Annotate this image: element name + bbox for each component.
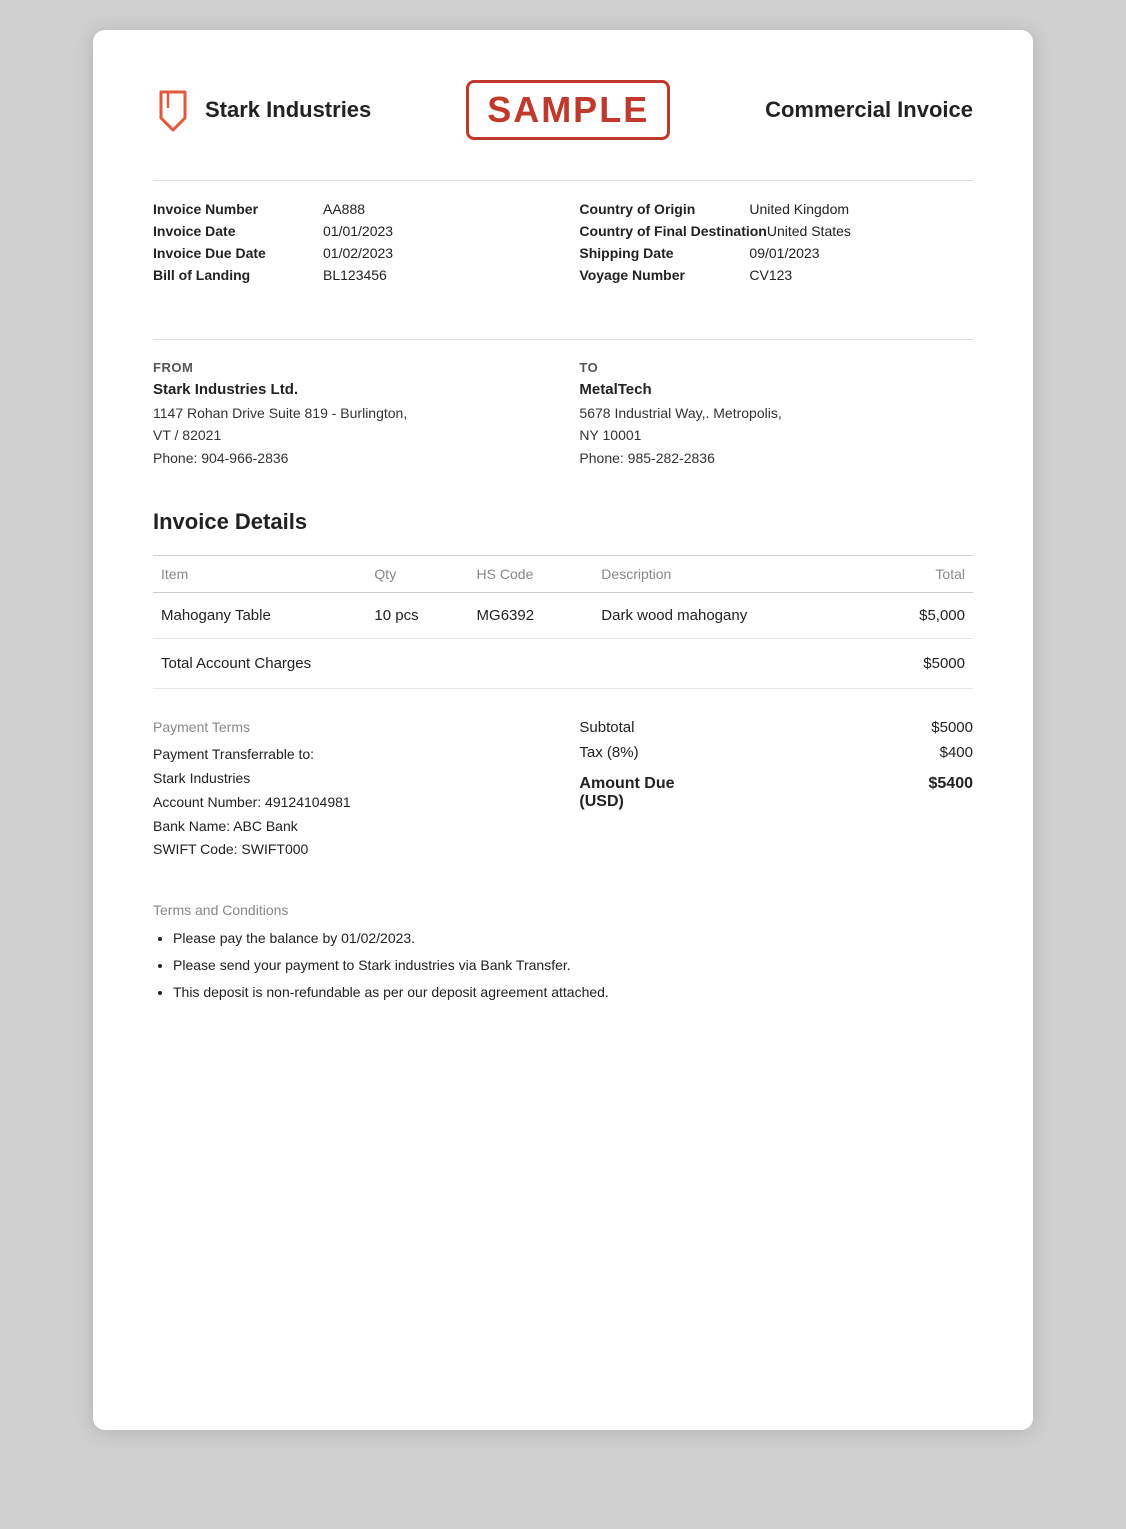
meta-value-invoice-due-date: 01/02/2023 bbox=[323, 245, 393, 261]
meta-row-country-origin: Country of Origin United Kingdom bbox=[579, 201, 973, 217]
meta-value-invoice-number: AA888 bbox=[323, 201, 365, 217]
meta-row-country-destination: Country of Final Destination United Stat… bbox=[579, 223, 973, 239]
tax-value: $400 bbox=[940, 744, 973, 761]
sample-badge: SAMPLE bbox=[466, 80, 670, 140]
meta-row-invoice-due-date: Invoice Due Date 01/02/2023 bbox=[153, 245, 547, 261]
cell-hs-code: MG6392 bbox=[469, 593, 594, 639]
meta-label-country-origin: Country of Origin bbox=[579, 201, 749, 217]
cell-description: Dark wood mahogany bbox=[593, 593, 868, 639]
meta-label-country-destination: Country of Final Destination bbox=[579, 223, 766, 239]
to-label: TO bbox=[579, 360, 973, 375]
from-company: Stark Industries Ltd. bbox=[153, 381, 547, 398]
from-address: 1147 Rohan Drive Suite 819 - Burlington,… bbox=[153, 402, 547, 469]
terms-section: Terms and Conditions Please pay the bala… bbox=[153, 902, 973, 1003]
header: Stark Industries SAMPLE Commercial Invoi… bbox=[153, 80, 973, 140]
meta-row-voyage-number: Voyage Number CV123 bbox=[579, 267, 973, 283]
meta-label-voyage-number: Voyage Number bbox=[579, 267, 749, 283]
meta-value-country-destination: United States bbox=[767, 223, 851, 239]
total-charges-value: $5000 bbox=[923, 655, 965, 672]
col-header-hs-code: HS Code bbox=[469, 556, 594, 593]
meta-row-invoice-date: Invoice Date 01/01/2023 bbox=[153, 223, 547, 239]
from-block: FROM Stark Industries Ltd. 1147 Rohan Dr… bbox=[153, 360, 547, 469]
invoice-page: Stark Industries SAMPLE Commercial Invoi… bbox=[93, 30, 1033, 1430]
meta-label-invoice-number: Invoice Number bbox=[153, 201, 323, 217]
subtotal-value: $5000 bbox=[931, 719, 973, 736]
meta-row-shipping-date: Shipping Date 09/01/2023 bbox=[579, 245, 973, 261]
invoice-details-title: Invoice Details bbox=[153, 509, 973, 535]
meta-label-shipping-date: Shipping Date bbox=[579, 245, 749, 261]
meta-value-invoice-date: 01/01/2023 bbox=[323, 223, 393, 239]
amount-due-label: Amount Due(USD) bbox=[579, 775, 674, 811]
meta-value-shipping-date: 09/01/2023 bbox=[749, 245, 819, 261]
meta-left: Invoice Number AA888 Invoice Date 01/01/… bbox=[153, 201, 547, 289]
payment-terms-block: Payment Terms Payment Transferrable to: … bbox=[153, 719, 547, 862]
tax-row: Tax (8%) $400 bbox=[579, 744, 973, 761]
tax-label: Tax (8%) bbox=[579, 744, 638, 761]
cell-qty: 10 pcs bbox=[366, 593, 468, 639]
amount-due-row: Amount Due(USD) $5400 bbox=[579, 769, 973, 811]
col-header-item: Item bbox=[153, 556, 366, 593]
col-header-description: Description bbox=[593, 556, 868, 593]
summary-block: Subtotal $5000 Tax (8%) $400 Amount Due(… bbox=[579, 719, 973, 862]
meta-row-invoice-number: Invoice Number AA888 bbox=[153, 201, 547, 217]
company-name: Stark Industries bbox=[205, 97, 371, 123]
meta-label-invoice-due-date: Invoice Due Date bbox=[153, 245, 323, 261]
payment-summary-section: Payment Terms Payment Transferrable to: … bbox=[153, 719, 973, 862]
terms-title: Terms and Conditions bbox=[153, 902, 973, 918]
payment-terms-title: Payment Terms bbox=[153, 719, 547, 735]
meta-divider bbox=[153, 339, 973, 340]
header-divider bbox=[153, 180, 973, 181]
cell-item: Mahogany Table bbox=[153, 593, 366, 639]
total-charges-row: Total Account Charges $5000 bbox=[153, 639, 973, 689]
meta-right: Country of Origin United Kingdom Country… bbox=[579, 201, 973, 289]
subtotal-row: Subtotal $5000 bbox=[579, 719, 973, 736]
to-block: TO MetalTech 5678 Industrial Way,. Metro… bbox=[579, 360, 973, 469]
from-label: FROM bbox=[153, 360, 547, 375]
payment-terms-text: Payment Transferrable to: Stark Industri… bbox=[153, 743, 547, 862]
meta-section: Invoice Number AA888 Invoice Date 01/01/… bbox=[153, 201, 973, 299]
subtotal-label: Subtotal bbox=[579, 719, 634, 736]
meta-value-voyage-number: CV123 bbox=[749, 267, 792, 283]
logo-area: Stark Industries bbox=[153, 88, 371, 133]
meta-label-bill-of-landing: Bill of Landing bbox=[153, 267, 323, 283]
invoice-title: Commercial Invoice bbox=[765, 97, 973, 123]
logo-icon bbox=[153, 88, 193, 133]
amount-due-value: $5400 bbox=[929, 775, 974, 811]
to-company: MetalTech bbox=[579, 381, 973, 398]
cell-total: $5,000 bbox=[868, 593, 973, 639]
invoice-table: Item Qty HS Code Description Total Mahog… bbox=[153, 555, 973, 639]
table-row: Mahogany Table 10 pcs MG6392 Dark wood m… bbox=[153, 593, 973, 639]
terms-list: Please pay the balance by 01/02/2023. Pl… bbox=[153, 928, 973, 1003]
terms-item-2: Please send your payment to Stark indust… bbox=[173, 955, 973, 976]
col-header-qty: Qty bbox=[366, 556, 468, 593]
meta-row-bill-of-landing: Bill of Landing BL123456 bbox=[153, 267, 547, 283]
meta-label-invoice-date: Invoice Date bbox=[153, 223, 323, 239]
total-charges-label: Total Account Charges bbox=[161, 655, 311, 672]
meta-value-country-origin: United Kingdom bbox=[749, 201, 849, 217]
address-section: FROM Stark Industries Ltd. 1147 Rohan Dr… bbox=[153, 360, 973, 469]
table-header-row: Item Qty HS Code Description Total bbox=[153, 556, 973, 593]
col-header-total: Total bbox=[868, 556, 973, 593]
meta-value-bill-of-landing: BL123456 bbox=[323, 267, 387, 283]
terms-item-1: Please pay the balance by 01/02/2023. bbox=[173, 928, 973, 949]
to-address: 5678 Industrial Way,. Metropolis,NY 1000… bbox=[579, 402, 973, 469]
terms-item-3: This deposit is non-refundable as per ou… bbox=[173, 982, 973, 1003]
